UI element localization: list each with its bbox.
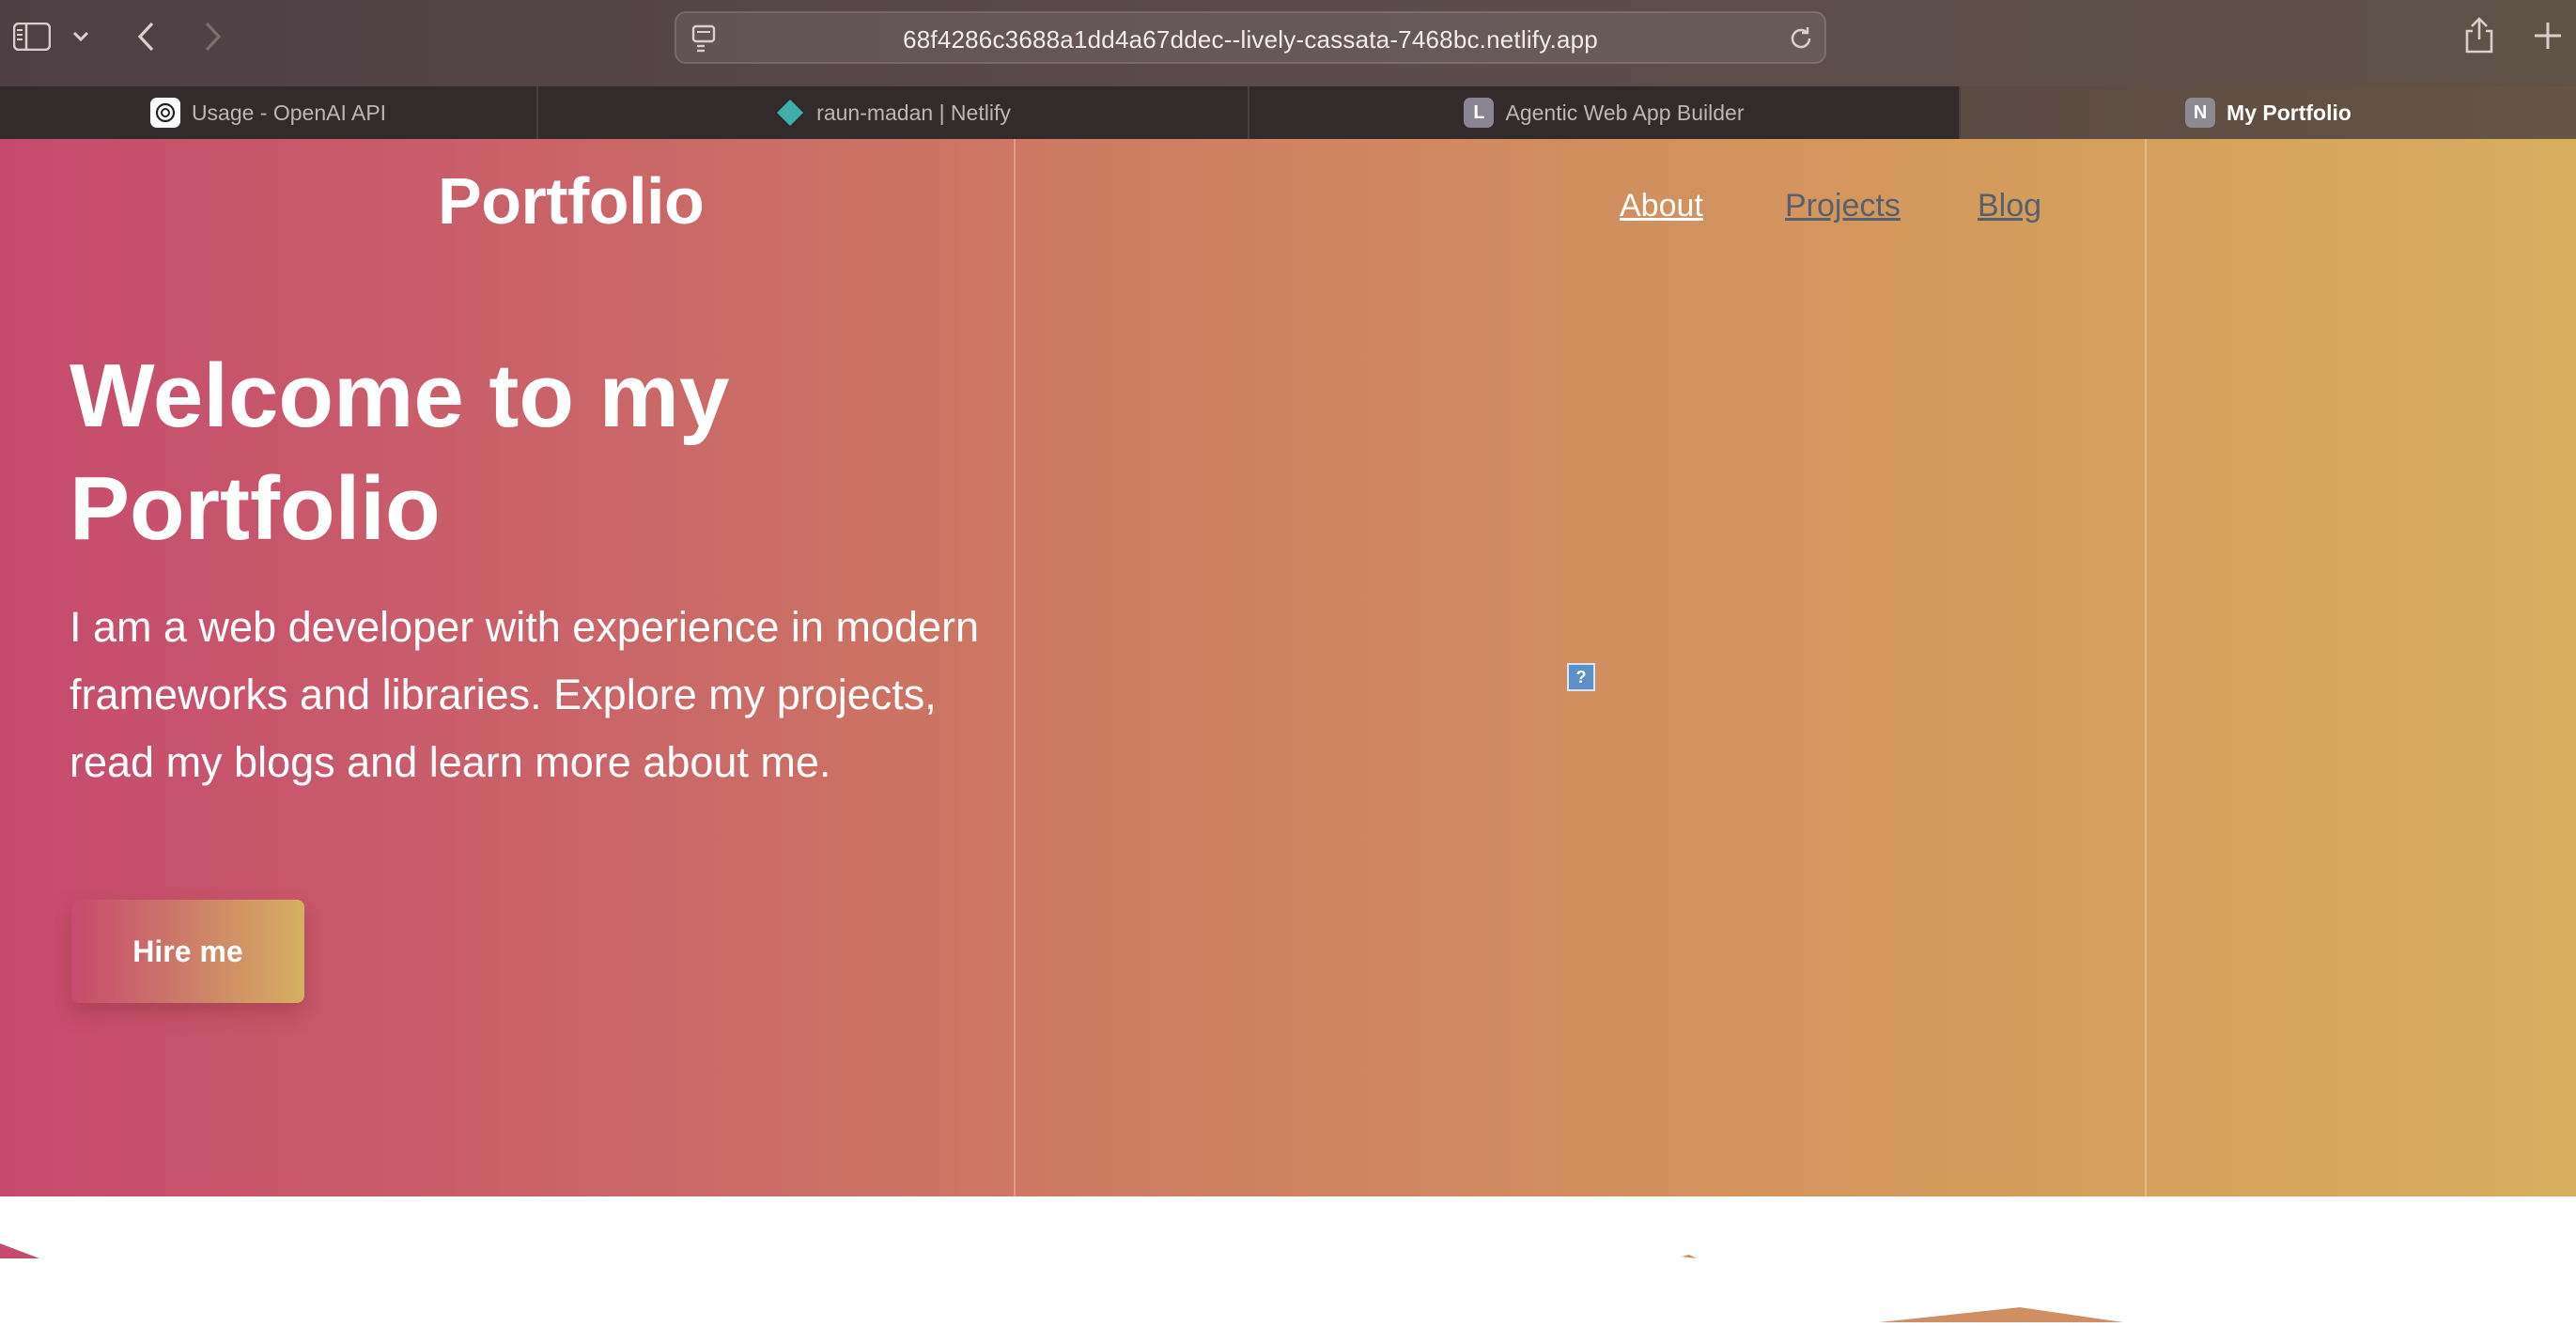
sidebar-icon[interactable] [13, 23, 51, 51]
nav-projects[interactable]: Projects [1785, 188, 1901, 224]
url-text: 68f4286c3688a1dd4a67ddec--lively-cassata… [903, 25, 1598, 54]
back-icon[interactable] [135, 21, 158, 53]
broken-image-icon: ? [1567, 663, 1595, 691]
tab-label: raun-madan | Netlify [816, 100, 1011, 125]
section-decor-shapes [0, 1243, 2123, 1322]
tab-agentic-builder[interactable]: L Agentic Web App Builder [1249, 86, 1961, 139]
browser-toolbar: 68f4286c3688a1dd4a67ddec--lively-cassata… [0, 0, 2576, 86]
share-icon[interactable] [2463, 17, 2495, 54]
forward-icon[interactable] [201, 21, 224, 53]
hero-section: Portfolio About Projects Blog Welcome to… [0, 139, 2576, 1196]
openai-icon [149, 98, 180, 128]
tab-label: Usage - OpenAI API [191, 100, 387, 125]
new-tab-icon[interactable] [2533, 21, 2563, 51]
next-section [0, 1196, 2576, 1322]
address-bar[interactable]: 68f4286c3688a1dd4a67ddec--lively-cassata… [675, 11, 1826, 64]
tab-netlify[interactable]: raun-madan | Netlify [538, 86, 1249, 139]
letter-l-icon: L [1464, 98, 1495, 128]
tab-bar: Usage - OpenAI API raun-madan | Netlify … [0, 86, 2576, 139]
letter-n-icon: N [2185, 98, 2216, 128]
site-logo[interactable]: Portfolio [438, 163, 705, 239]
tab-label: My Portfolio [2227, 100, 2351, 125]
hero-heading: Welcome to my Portfolio [70, 346, 730, 559]
hero-intro: I am a web developer with experience in … [70, 603, 980, 786]
tab-label: Agentic Web App Builder [1505, 100, 1745, 125]
netlify-icon [775, 98, 805, 128]
tab-my-portfolio[interactable]: N My Portfolio [1961, 86, 2576, 139]
hire-me-button[interactable]: Hire me [71, 900, 304, 1003]
tab-openai-usage[interactable]: Usage - OpenAI API [0, 86, 538, 139]
column-divider [2145, 139, 2147, 1196]
reload-icon[interactable] [1787, 24, 1815, 53]
nav-blog[interactable]: Blog [1978, 188, 2041, 224]
chevron-down-icon[interactable] [71, 30, 90, 43]
nav-about[interactable]: About [1620, 188, 1703, 224]
